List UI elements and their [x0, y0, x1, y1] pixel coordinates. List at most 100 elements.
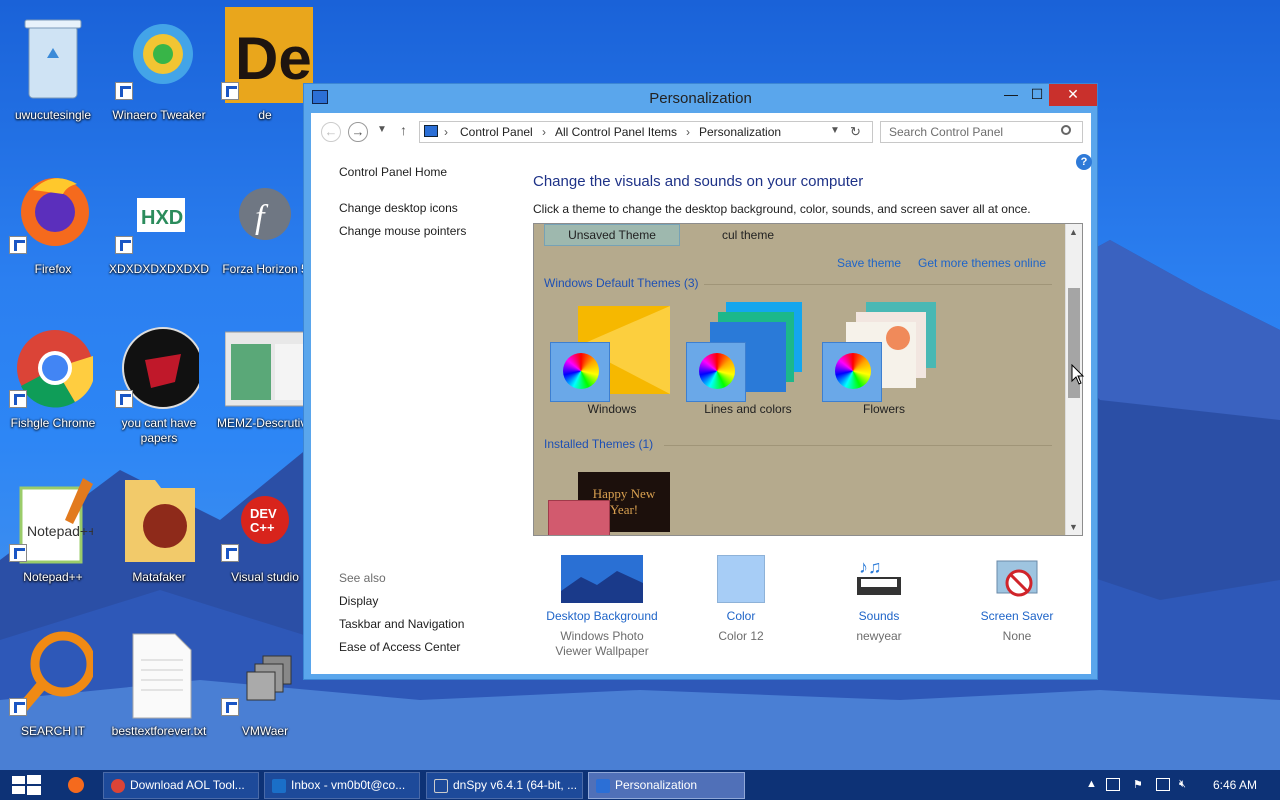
theme-flowers[interactable]: Flowers: [816, 302, 952, 418]
scroll-down-arrow-icon[interactable]: ▼: [1069, 522, 1078, 532]
control-panel-home-link[interactable]: Control Panel Home: [339, 165, 447, 179]
start-button[interactable]: [0, 770, 54, 800]
desktop-icon-notepadpp[interactable]: Notepad++ Notepad++: [5, 464, 101, 604]
color-title[interactable]: Color: [671, 609, 811, 623]
close-button[interactable]: ✕: [1049, 84, 1097, 106]
group-divider: [664, 445, 1052, 446]
keyboard-icon[interactable]: [1106, 778, 1120, 791]
window-client-area: ← → ▼ ↑ › Control Panel › All Control Pa…: [311, 113, 1092, 674]
text-file-icon: [132, 633, 192, 719]
breadcrumb-all-items[interactable]: All Control Panel Items: [555, 125, 677, 139]
desktop-icon-label: besttextforever.txt: [111, 724, 207, 738]
desktop-icon-visual-studio[interactable]: DEV C++ Visual studio: [217, 464, 313, 604]
color-wheel-icon: [822, 342, 882, 402]
help-icon[interactable]: ?: [1076, 154, 1092, 170]
desktop-icon-label: uwucutesingle: [14, 108, 92, 122]
desktop-icon-chrome[interactable]: Fishgle Chrome: [5, 310, 101, 450]
desktop-icon-label: Matafaker: [132, 570, 186, 584]
get-more-themes-link[interactable]: Get more themes online: [918, 256, 1046, 270]
desktop-icon-de[interactable]: De de: [217, 2, 313, 142]
theme-windows[interactable]: Windows: [544, 302, 680, 418]
save-theme-link[interactable]: Save theme: [837, 256, 901, 270]
svg-text:De: De: [235, 25, 312, 92]
desktop-icon-label: Notepad++: [23, 570, 83, 584]
search-input[interactable]: Search Control Panel: [880, 121, 1083, 143]
recent-pages-chevron-icon[interactable]: ▼: [377, 124, 387, 135]
change-mouse-pointers-link[interactable]: Change mouse pointers: [339, 224, 466, 238]
mouse-cursor-icon: [1071, 364, 1085, 385]
desktop-icon-you-cant-have-papers[interactable]: you cant have papers: [111, 310, 207, 450]
personalization-window: Personalization — ☐ ✕ ← → ▼ ↑ › Control …: [303, 83, 1098, 680]
volume-muted-icon[interactable]: 🔇︎: [1179, 778, 1193, 791]
action-center-flag-icon[interactable]: ⚑: [1133, 778, 1147, 791]
address-bar[interactable]: › Control Panel › All Control Panel Item…: [419, 121, 873, 143]
shortcut-arrow-icon: [115, 390, 133, 408]
installed-theme-new-year[interactable]: Happy New Year!: [548, 472, 672, 535]
forward-arrow-icon[interactable]: →: [348, 122, 368, 142]
desktop-icon-search-it[interactable]: SEARCH IT: [5, 618, 101, 758]
group-divider: [704, 284, 1052, 285]
desktop-icon-firefox[interactable]: Firefox: [5, 156, 101, 296]
page-description: Click a theme to change the desktop back…: [533, 202, 1031, 216]
desktop-icon-winaero-tweaker[interactable]: Winaero Tweaker: [111, 2, 207, 142]
desktop-icon-matafaker[interactable]: Matafaker: [111, 464, 207, 604]
maximize-button[interactable]: ☐: [1022, 84, 1052, 106]
up-arrow-icon[interactable]: ↑: [400, 122, 407, 138]
taskbar-item-inbox[interactable]: Inbox - vm0b0t@co...: [264, 772, 420, 799]
color-value: Color 12: [718, 629, 764, 643]
window-title: Personalization: [649, 90, 752, 107]
network-icon[interactable]: [1156, 778, 1170, 791]
refresh-icon[interactable]: ↻: [850, 124, 861, 140]
shortcut-arrow-icon: [9, 390, 27, 408]
shortcut-arrow-icon: [221, 544, 239, 562]
taskbar-item-personalization[interactable]: Personalization: [588, 772, 745, 799]
taskbar-item-dnspy[interactable]: dnSpy v6.4.1 (64-bit, ...: [426, 772, 583, 799]
shortcut-arrow-icon: [115, 82, 133, 100]
ease-of-access-link[interactable]: Ease of Access Center: [339, 640, 460, 654]
back-arrow-icon[interactable]: ←: [321, 122, 341, 142]
screen-saver-icon: [996, 560, 1038, 597]
theme-lines-and-colors[interactable]: Lines and colors: [680, 302, 816, 418]
svg-text:♪♫: ♪♫: [859, 557, 882, 577]
window-titlebar[interactable]: Personalization — ☐ ✕: [304, 84, 1097, 112]
show-hidden-icons-icon[interactable]: ▲: [1086, 778, 1100, 791]
outlook-icon: [272, 779, 286, 793]
screen-saver-title[interactable]: Screen Saver: [947, 609, 1087, 623]
theme-label: Windows: [587, 402, 637, 416]
color-swatch: [548, 500, 610, 535]
scroll-up-arrow-icon[interactable]: ▲: [1069, 227, 1078, 237]
sounds-title[interactable]: Sounds: [809, 609, 949, 623]
theme-label: Lines and colors: [704, 402, 792, 416]
taskbar-clock[interactable]: 6:46 AM: [1213, 778, 1257, 792]
address-dropdown-icon[interactable]: ▼: [830, 125, 840, 136]
desktop-icon-label: VMWaer: [241, 724, 289, 738]
shortcut-arrow-icon: [221, 82, 239, 100]
breadcrumb-control-panel[interactable]: Control Panel: [460, 125, 533, 139]
desktop-background-title[interactable]: Desktop Background: [532, 609, 672, 623]
memz-app-icon: [225, 331, 305, 407]
color-wheel-icon: [686, 342, 746, 402]
default-themes-group: Windows Default Themes (3): [544, 276, 699, 290]
breadcrumb-separator: ›: [686, 125, 690, 139]
desktop-icon-recycle-bin[interactable]: uwucutesingle: [5, 2, 101, 142]
theme-list: Unsaved Theme cul theme Save theme Get m…: [533, 223, 1083, 536]
windows-logo-icon: [12, 775, 41, 795]
desktop-icon-vmwaer[interactable]: VMWaer: [217, 618, 313, 758]
taskbar-item-aol[interactable]: Download AOL Tool...: [103, 772, 259, 799]
display-link[interactable]: Display: [339, 594, 378, 608]
desktop-icon-xdxd[interactable]: HXD XDXDXDXDXDXD: [109, 156, 209, 296]
firefox-taskbar-icon[interactable]: [68, 777, 84, 793]
desktop-icon-besttextforever[interactable]: besttextforever.txt: [111, 618, 207, 758]
change-desktop-icons-link[interactable]: Change desktop icons: [339, 201, 458, 215]
desktop-icon-forza[interactable]: f Forza Horizon 5: [217, 156, 313, 296]
taskbar-navigation-link[interactable]: Taskbar and Navigation: [339, 617, 464, 631]
desktop-background-value: Windows Photo Viewer Wallpaper: [555, 629, 649, 658]
shortcut-arrow-icon: [115, 236, 133, 254]
desktop-icon-memz[interactable]: MEMZ-Descrutive: [217, 310, 313, 450]
shortcut-arrow-icon: [9, 236, 27, 254]
flash-player-icon: f: [239, 188, 291, 240]
breadcrumb-personalization[interactable]: Personalization: [699, 125, 781, 139]
unsaved-theme-item[interactable]: Unsaved Theme: [544, 224, 680, 246]
control-panel-icon: [424, 125, 438, 137]
cul-theme-item[interactable]: cul theme: [722, 228, 774, 242]
